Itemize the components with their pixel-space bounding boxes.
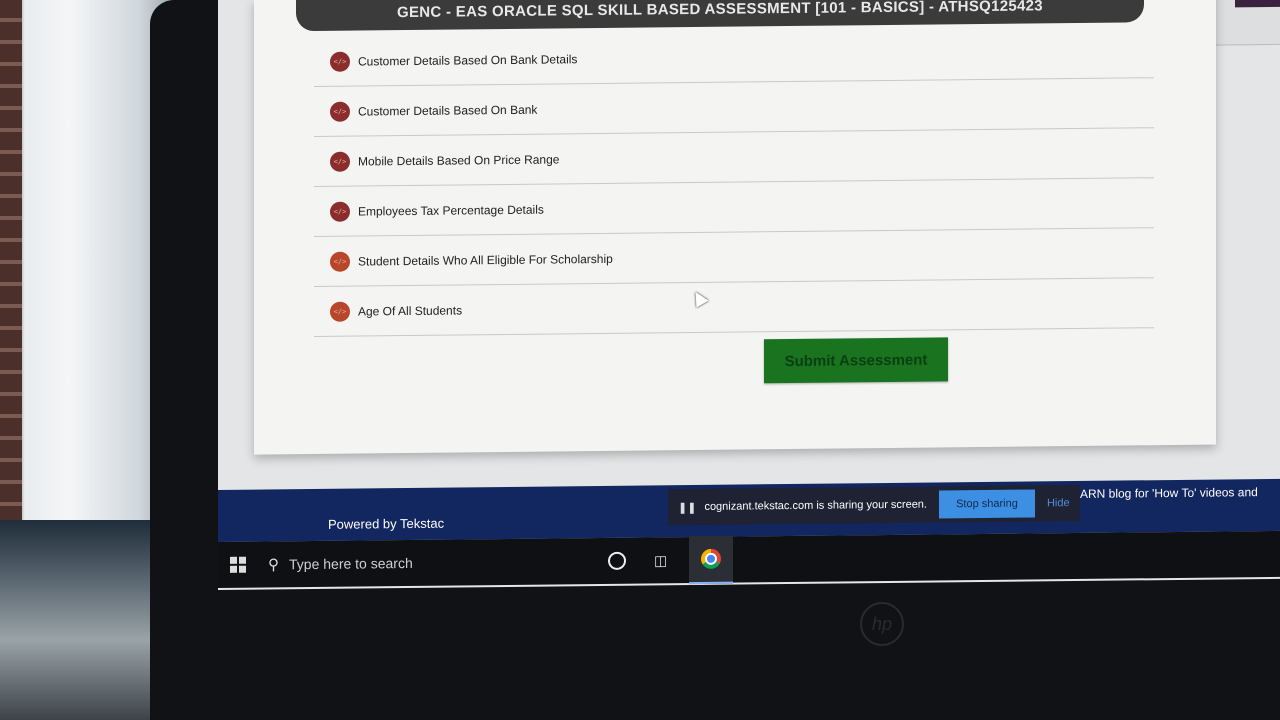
pause-icon: ❚❚ [678,501,697,514]
taskbar-search-placeholder: Type here to search [289,554,413,573]
hide-share-bar-link[interactable]: Hide [1047,497,1070,509]
chrome-taskbar-button[interactable] [689,535,734,585]
code-icon: </> [330,51,350,72]
question-list: </> Customer Details Based On Bank Detai… [314,28,1154,337]
chrome-icon [701,548,722,569]
question-label: Employees Tax Percentage Details [358,202,544,219]
question-item[interactable]: </> Customer Details Based On Bank [314,78,1154,137]
windows-start-icon[interactable] [230,556,246,573]
screen-share-bar: ❚❚ cognizant.tekstac.com is sharing your… [668,484,1080,526]
question-item[interactable]: </> Mobile Details Based On Price Range [314,128,1154,187]
question-item[interactable]: </> Customer Details Based On Bank Detai… [314,28,1154,87]
code-icon: </> [330,101,350,122]
code-icon: </> [330,201,350,222]
laptop-screen: GENC - EAS ORACLE SQL SKILL BASED ASSESS… [218,0,1280,590]
code-icon: </> [330,251,350,272]
assessment-card: GENC - EAS ORACLE SQL SKILL BASED ASSESS… [254,0,1216,455]
taskbar-search[interactable]: ⚲ Type here to search [268,552,598,574]
powered-by-text: Powered by Tekstac [328,515,445,532]
question-label: Customer Details Based On Bank Details [358,51,578,69]
code-icon: </> [330,301,350,322]
hp-logo: hp [860,602,904,646]
question-item[interactable]: </> Age Of All Students [314,278,1154,337]
search-icon: ⚲ [268,556,279,574]
windows-taskbar: ⚲ Type here to search ◫ [218,530,1280,588]
background-room [0,0,175,720]
question-label: Age Of All Students [358,302,463,319]
question-label: Customer Details Based On Bank [358,102,538,119]
question-label: Mobile Details Based On Price Range [358,151,560,169]
background-floor [0,520,175,720]
task-view-icon[interactable]: ◫ [654,552,667,569]
code-icon: </> [330,151,350,172]
assessment-title-bar: GENC - EAS ORACLE SQL SKILL BASED ASSESS… [296,0,1144,32]
question-item[interactable]: </> Employees Tax Percentage Details [314,178,1154,237]
cortana-icon[interactable] [608,551,626,570]
question-item[interactable]: </> Student Details Who All Eligible For… [314,228,1154,287]
submit-assessment-button[interactable]: Submit Assessment [764,337,948,384]
ticker-text: ARN blog for 'How To' videos and [1080,485,1258,501]
question-label: Student Details Who All Eligible For Sch… [358,251,613,269]
screen-share-message: cognizant.tekstac.com is sharing your sc… [704,498,927,513]
assessment-title: GENC - EAS ORACLE SQL SKILL BASED ASSESS… [397,0,1043,21]
stop-sharing-button[interactable]: Stop sharing [938,489,1035,519]
